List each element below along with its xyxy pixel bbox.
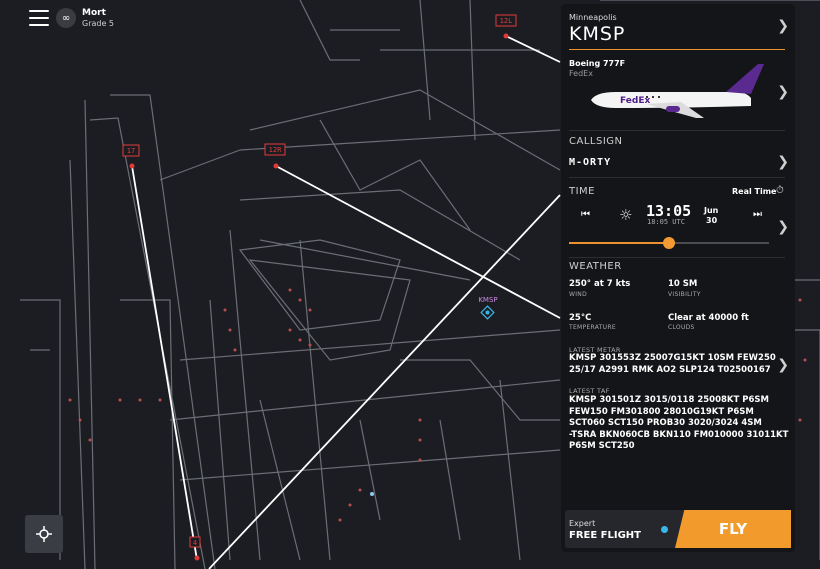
avatar[interactable]: ∞	[56, 8, 76, 28]
user-grade: Grade 5	[82, 19, 115, 28]
callsign-value[interactable]: M-ORTY	[569, 157, 611, 168]
time-chevron-icon[interactable]: ❯	[777, 219, 789, 235]
sun-icon: ☼	[619, 206, 633, 224]
divider	[569, 49, 785, 50]
temperature-value: 25°C	[569, 313, 592, 323]
visibility-value: 10 SM	[668, 279, 698, 289]
taf-text: KMSP 301501Z 3015/0118 25008KT P6SM FEW1…	[569, 395, 789, 451]
divider	[569, 130, 785, 131]
clock-icon[interactable]: ⏱	[776, 185, 784, 196]
wind-label: WIND	[569, 291, 588, 298]
aircraft-livery-text: FedEx	[620, 96, 650, 106]
wind-value: 250° at 7 kts	[569, 279, 631, 289]
clouds-label: CLOUDS	[668, 324, 695, 331]
runway-label-4: 4	[193, 539, 197, 547]
flight-setup-panel: Minneapolis KMSP ❯ Boeing 777F FedEx Fed…	[561, 4, 795, 552]
weather-chevron-icon[interactable]: ❯	[777, 357, 789, 373]
aircraft-chevron-icon[interactable]: ❯	[777, 84, 789, 100]
runway-label-12r: 12R	[269, 146, 282, 154]
date-month[interactable]: Jun	[704, 206, 718, 215]
crosshair-icon	[36, 526, 52, 542]
callsign-label: CALLSIGN	[569, 136, 623, 147]
weather-label: WEATHER	[569, 261, 622, 272]
metar-text: KMSP 301553Z 25007G15KT 10SM FEW250 25/1…	[569, 353, 776, 375]
airport-marker-label: KMSP	[478, 296, 497, 304]
time-label: TIME	[569, 186, 596, 197]
visibility-label: VISIBILITY	[668, 291, 701, 298]
callsign-chevron-icon[interactable]: ❯	[777, 154, 789, 170]
divider	[569, 257, 785, 258]
menu-icon[interactable]	[29, 10, 49, 26]
date-day[interactable]: 30	[706, 216, 717, 225]
skip-back-icon[interactable]: ⏮	[581, 209, 590, 220]
temperature-label: TEMPERATURE	[569, 324, 616, 331]
departure-city: Minneapolis	[569, 13, 617, 22]
utc-time: 18:05 UTC	[647, 218, 685, 226]
taf-label: LATEST TAF	[569, 387, 610, 395]
realtime-toggle[interactable]: Real Time	[732, 187, 776, 196]
top-bar: ∞ Mort Grade 5	[0, 0, 560, 40]
runway-label-17: 17	[127, 147, 135, 155]
time-slider[interactable]	[569, 237, 769, 249]
aircraft-image[interactable]: FedEx	[586, 62, 766, 122]
mode-label: Expert	[569, 519, 596, 528]
mode-indicator-dot	[661, 526, 668, 533]
airport-chevron-icon[interactable]: ❯	[777, 18, 789, 34]
clouds-value: Clear at 40000 ft	[668, 313, 749, 323]
divider	[569, 177, 785, 178]
user-name: Mort	[82, 8, 106, 18]
time-slider-thumb[interactable]	[663, 237, 675, 249]
fly-button[interactable]: FLY	[675, 510, 791, 548]
departure-code[interactable]: KMSP	[569, 23, 625, 45]
skip-forward-icon[interactable]: ⏭	[753, 209, 762, 220]
mode-value[interactable]: FREE FLIGHT	[569, 530, 641, 541]
recenter-button[interactable]	[25, 515, 63, 553]
time-slider-fill	[569, 242, 669, 244]
